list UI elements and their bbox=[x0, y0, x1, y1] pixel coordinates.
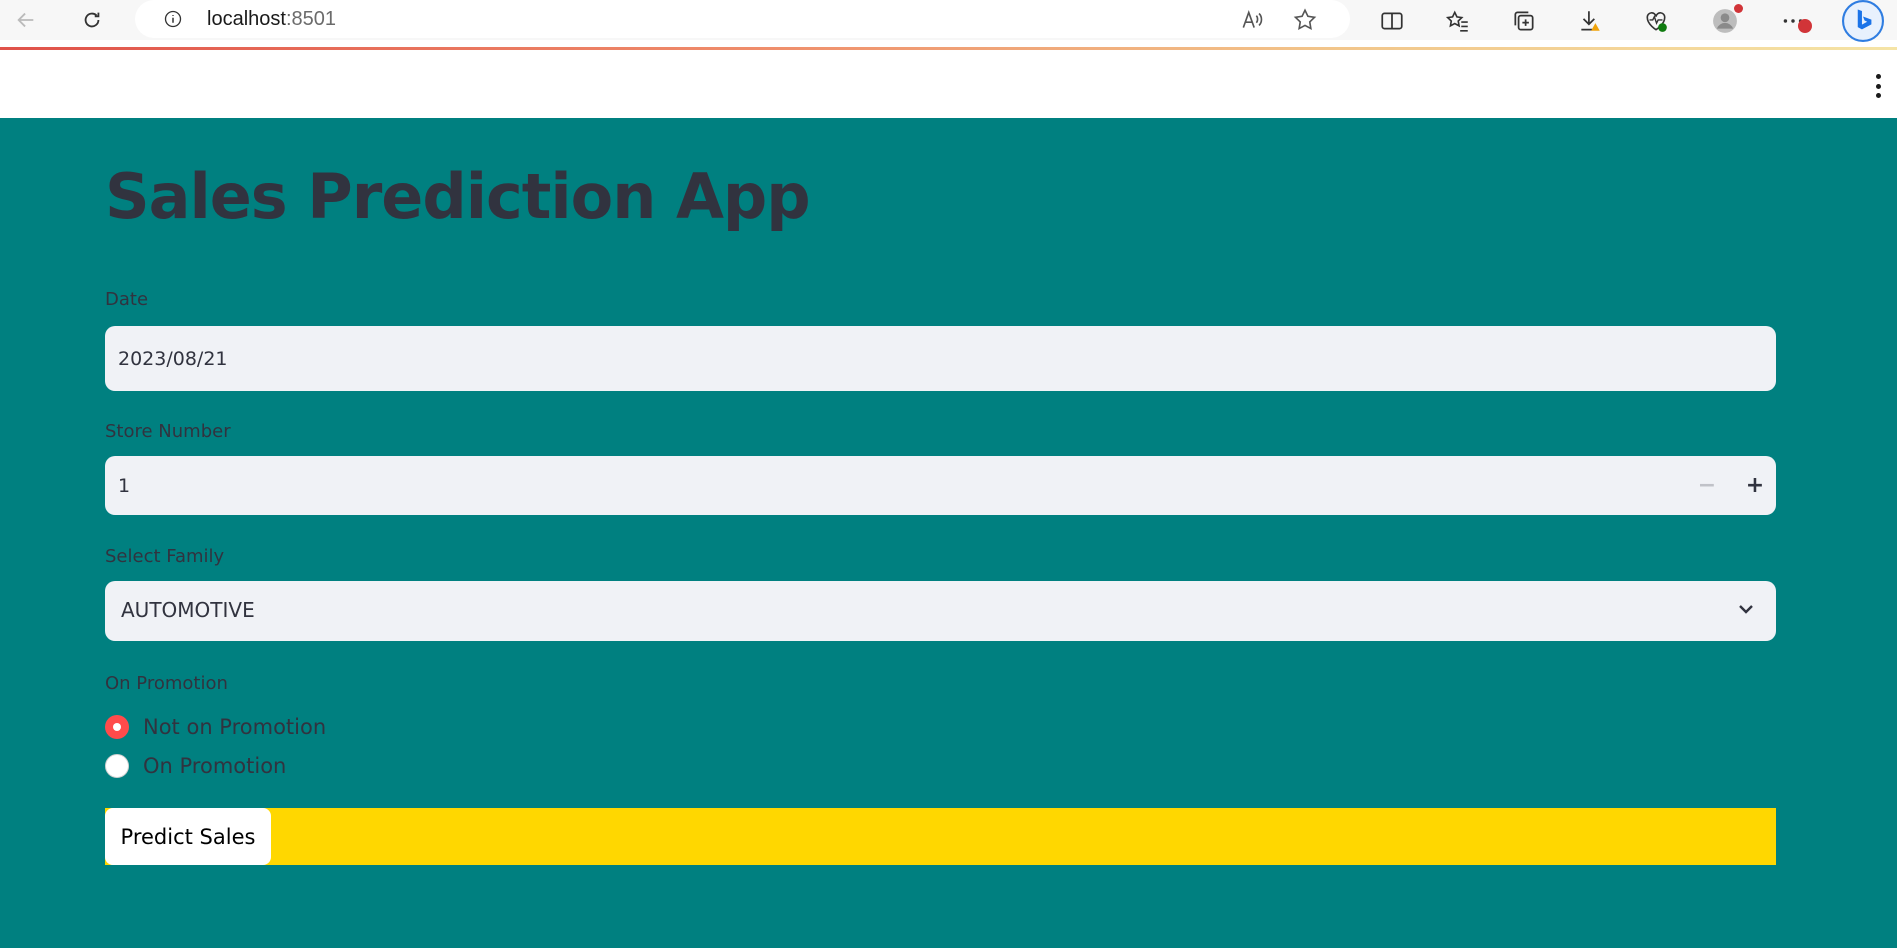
downloads-icon bbox=[1581, 11, 1600, 31]
store-number-label: Store Number bbox=[105, 421, 231, 442]
favorites-icon bbox=[1445, 10, 1468, 32]
back-icon bbox=[17, 12, 34, 28]
profile-icon bbox=[1713, 9, 1737, 33]
menu-dot bbox=[1875, 74, 1881, 79]
promotion-label: On Promotion bbox=[105, 673, 228, 694]
radio-not-on-promotion[interactable]: Not on Promotion bbox=[105, 712, 326, 742]
menu-dot bbox=[1875, 83, 1881, 89]
radio-unselected-indicator[interactable] bbox=[105, 754, 129, 778]
split-screen-button[interactable] bbox=[1377, 6, 1407, 36]
address-bar[interactable]: localhost:8501 bbox=[135, 0, 1350, 38]
increment-button[interactable]: + bbox=[1733, 456, 1777, 515]
predict-button-bar: Predict Sales bbox=[105, 808, 1776, 865]
browser-essentials-icon bbox=[1646, 12, 1667, 32]
update-badge bbox=[1798, 19, 1812, 33]
url-host: localhost bbox=[207, 8, 286, 30]
date-input[interactable] bbox=[105, 326, 1776, 391]
family-select[interactable]: AUTOMOTIVE bbox=[105, 581, 1776, 641]
browser-essentials-button[interactable] bbox=[1641, 6, 1671, 36]
info-icon[interactable] bbox=[163, 9, 183, 29]
main-content: Sales Prediction App Date Store Number −… bbox=[0, 118, 1897, 948]
more-button[interactable] bbox=[1778, 6, 1812, 36]
url-port: :8501 bbox=[285, 8, 336, 30]
radio-label: On Promotion bbox=[143, 754, 287, 778]
profile-button[interactable] bbox=[1710, 4, 1743, 36]
split-screen-icon bbox=[1381, 12, 1403, 30]
decrement-button[interactable]: − bbox=[1685, 456, 1729, 515]
main-menu-button[interactable] bbox=[1873, 74, 1883, 98]
family-label: Select Family bbox=[105, 546, 225, 567]
menu-dot bbox=[1875, 93, 1881, 98]
date-label: Date bbox=[105, 289, 149, 310]
app-header bbox=[0, 50, 1897, 118]
page-title: Sales Prediction App bbox=[105, 160, 811, 233]
chevron-down-icon bbox=[1739, 605, 1753, 614]
predict-sales-button[interactable]: Predict Sales bbox=[105, 808, 271, 865]
bing-button[interactable] bbox=[1842, 0, 1884, 42]
store-number-field[interactable]: − + bbox=[105, 456, 1776, 515]
refresh-icon bbox=[84, 12, 100, 28]
family-select-value: AUTOMOTIVE bbox=[121, 598, 255, 622]
radio-label: Not on Promotion bbox=[143, 715, 327, 739]
browser-toolbar: localhost:8501 bbox=[0, 0, 1897, 42]
collections-icon bbox=[1514, 11, 1534, 31]
date-field[interactable] bbox=[105, 326, 1776, 391]
read-aloud-icon[interactable] bbox=[1239, 7, 1265, 33]
url-text[interactable]: localhost:8501 bbox=[207, 8, 336, 31]
radio-selected-indicator[interactable] bbox=[105, 715, 129, 739]
store-number-input[interactable] bbox=[105, 456, 1675, 515]
favorite-star-icon[interactable] bbox=[1292, 7, 1318, 33]
downloads-button[interactable] bbox=[1575, 6, 1605, 36]
back-button[interactable] bbox=[10, 4, 42, 36]
notification-dot bbox=[1734, 4, 1743, 13]
collections-button[interactable] bbox=[1509, 6, 1539, 36]
refresh-button[interactable] bbox=[76, 4, 108, 36]
favorites-button[interactable] bbox=[1443, 6, 1473, 36]
radio-on-promotion[interactable]: On Promotion bbox=[105, 751, 286, 781]
bing-icon bbox=[1842, 0, 1884, 42]
